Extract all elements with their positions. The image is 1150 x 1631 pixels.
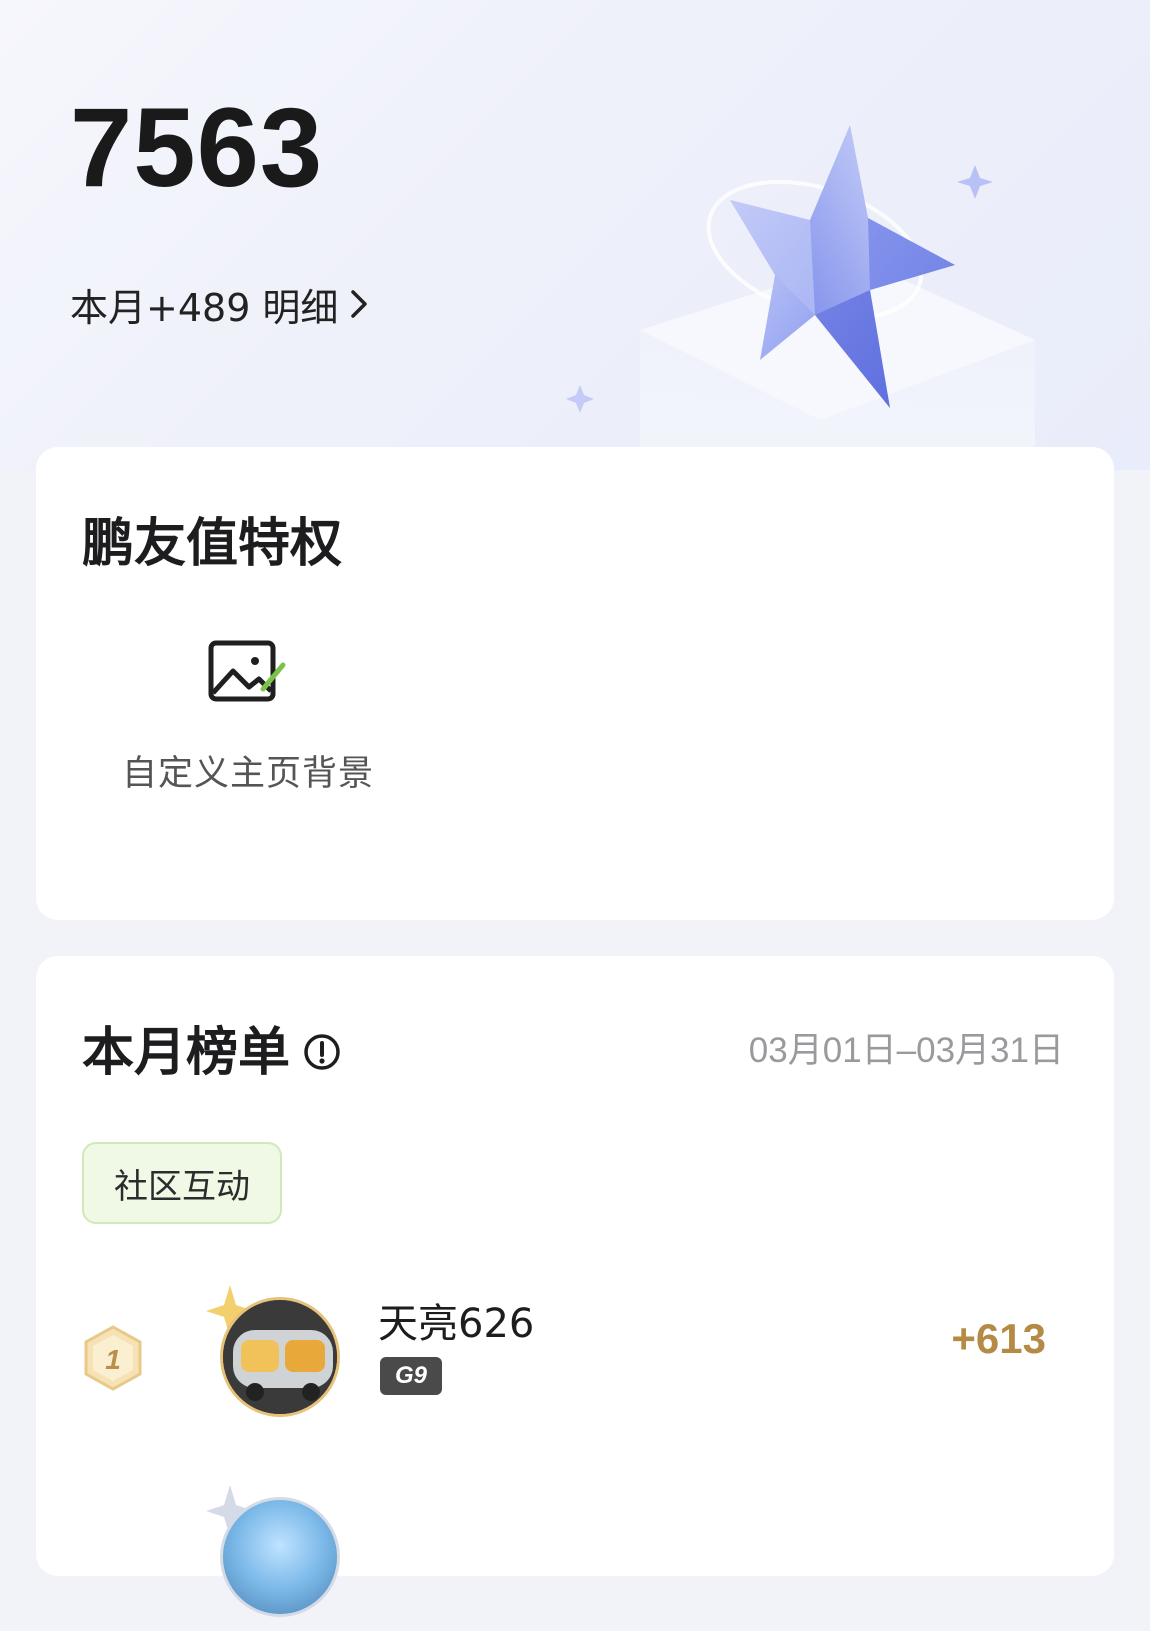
chevron-right-icon <box>351 290 368 318</box>
score-value: +613 <box>951 1315 1046 1362</box>
date-range: 03月01日–03月31日 <box>748 1031 1064 1070</box>
points-hero: 7563 本月+489 明细 <box>0 0 1150 470</box>
ranking-row[interactable]: 1 天亮626 G9 +613 <box>36 1281 1114 1431</box>
user-name[interactable]: 天亮626 <box>378 1291 534 1349</box>
tab-community-interaction[interactable]: 社区互动 <box>82 1142 282 1224</box>
detail-label: 明细 <box>262 285 339 330</box>
info-icon[interactable] <box>302 1032 342 1072</box>
detail-link[interactable]: 明细 <box>262 277 370 332</box>
image-edit-icon <box>208 640 286 702</box>
privilege-custom-background[interactable]: 自定义主页背景 <box>122 637 375 796</box>
ranking-title: 本月榜单 <box>82 1023 291 1083</box>
avatar[interactable] <box>220 1297 340 1417</box>
avatar-with-crown <box>196 1481 346 1631</box>
monthly-change: 本月+489 <box>70 285 251 330</box>
level-badge: G9 <box>380 1357 442 1395</box>
ranking-row-partial <box>36 1481 1114 1631</box>
avatar[interactable] <box>220 1497 340 1617</box>
ranking-card: 本月榜单 03月01日–03月31日 社区互动 1 天亮626 G9 +613 <box>36 956 1114 1617</box>
rank-medal-icon: 1 <box>84 1325 142 1391</box>
avatar-with-crown <box>196 1281 346 1431</box>
privileges-title: 鹏友值特权 <box>82 514 343 574</box>
privileges-card: 鹏友值特权 自定义主页背景 <box>36 447 1114 920</box>
ranking-header: 本月榜单 <box>82 1010 342 1085</box>
avatar-vehicle-image <box>223 1300 337 1414</box>
crystal-star-illustration <box>566 125 1035 470</box>
monthly-summary: 本月+489 明细 <box>70 280 370 330</box>
points-total: 7563 <box>70 85 324 210</box>
privilege-label: 自定义主页背景 <box>122 754 375 794</box>
rank-number: 1 <box>105 1344 121 1375</box>
